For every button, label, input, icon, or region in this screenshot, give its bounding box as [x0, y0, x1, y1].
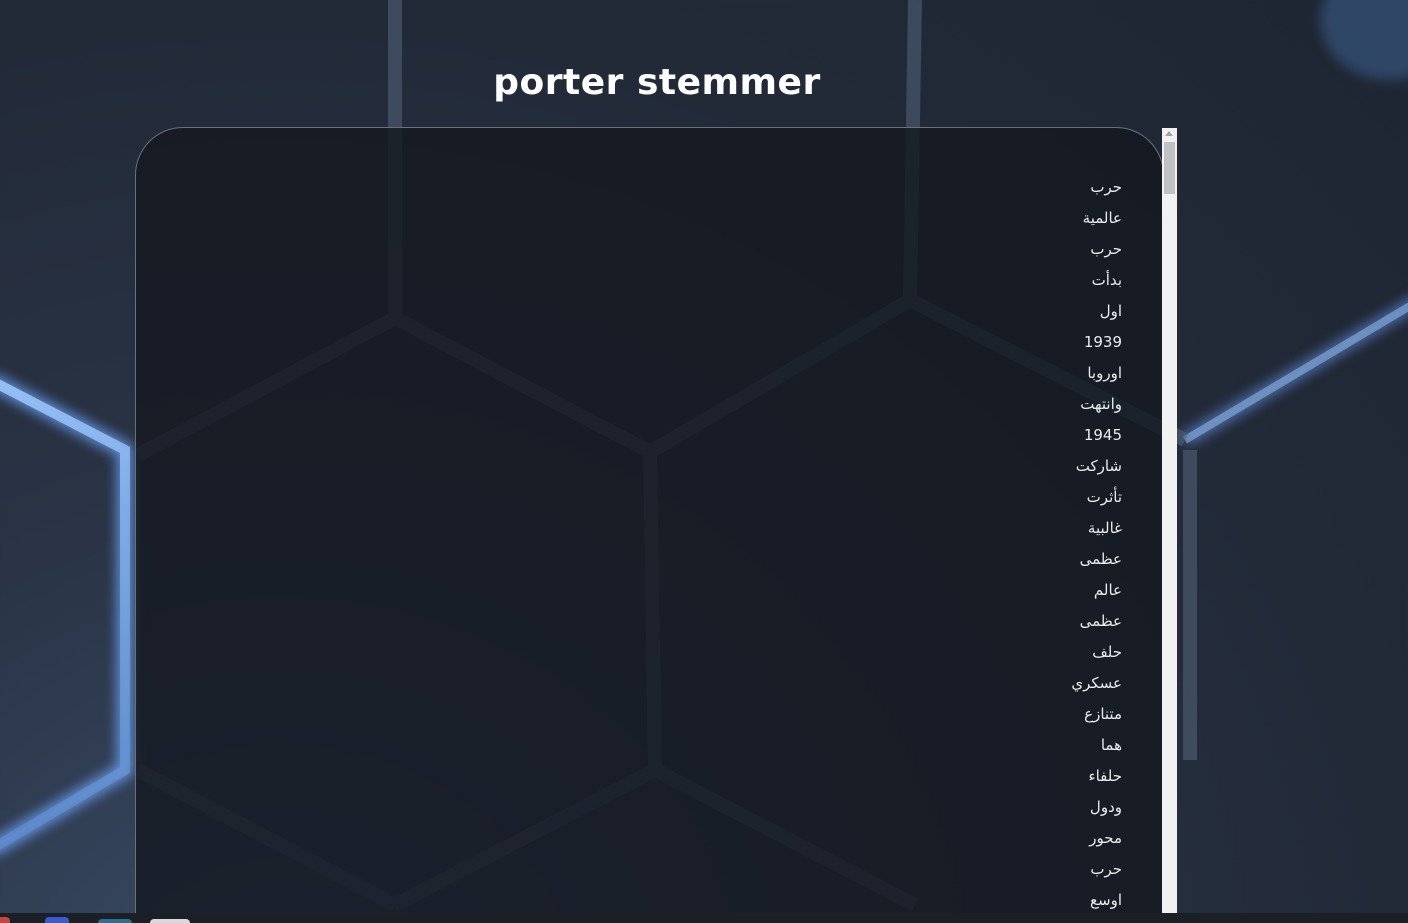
word-item: اوروبا: [1087, 364, 1122, 382]
word-item: عسكري: [1071, 674, 1122, 692]
word-item: حرب: [1090, 240, 1122, 258]
word-item: تأثرت: [1086, 488, 1122, 506]
word-item: ودول: [1089, 798, 1122, 816]
word-item: اوسع: [1090, 891, 1122, 909]
browser-icon[interactable]: [0, 917, 10, 923]
word-item: حرب: [1090, 178, 1122, 196]
scroll-up-arrow-icon[interactable]: [1165, 131, 1173, 136]
app-icon[interactable]: [98, 919, 132, 923]
word-item: حرب: [1090, 860, 1122, 878]
stemmed-word-list: حرب عالمية حرب بدأت اول 1939 اوروبا وانت…: [1071, 172, 1122, 916]
word-item: شاركت: [1075, 457, 1122, 475]
word-item: وانتهت: [1080, 395, 1122, 413]
word-item: 1945: [1083, 426, 1122, 444]
word-item: عظمى: [1079, 612, 1122, 630]
word-item: اول: [1099, 302, 1122, 320]
stemmed-words-panel[interactable]: حرب عالمية حرب بدأت اول 1939 اوروبا وانت…: [135, 127, 1164, 923]
word-item: هما: [1100, 736, 1122, 754]
word-item: غالبية: [1087, 519, 1122, 537]
word-item: حلف: [1092, 643, 1122, 661]
word-item: حلفاء: [1088, 767, 1122, 785]
word-item: عظمى: [1079, 550, 1122, 568]
word-item: محور: [1089, 829, 1122, 847]
word-item: عالم: [1093, 581, 1122, 599]
word-item: عالمية: [1082, 209, 1122, 227]
word-item: 1939: [1083, 333, 1122, 351]
app-icon[interactable]: [45, 917, 69, 923]
page-title: porter stemmer: [493, 62, 821, 104]
app-icon[interactable]: [150, 919, 190, 923]
word-item: بدأت: [1091, 271, 1122, 289]
taskbar: [0, 913, 1408, 923]
scrollbar-thumb[interactable]: [1164, 142, 1175, 194]
vertical-scrollbar[interactable]: [1162, 128, 1177, 923]
word-item: متنازع: [1084, 705, 1122, 723]
